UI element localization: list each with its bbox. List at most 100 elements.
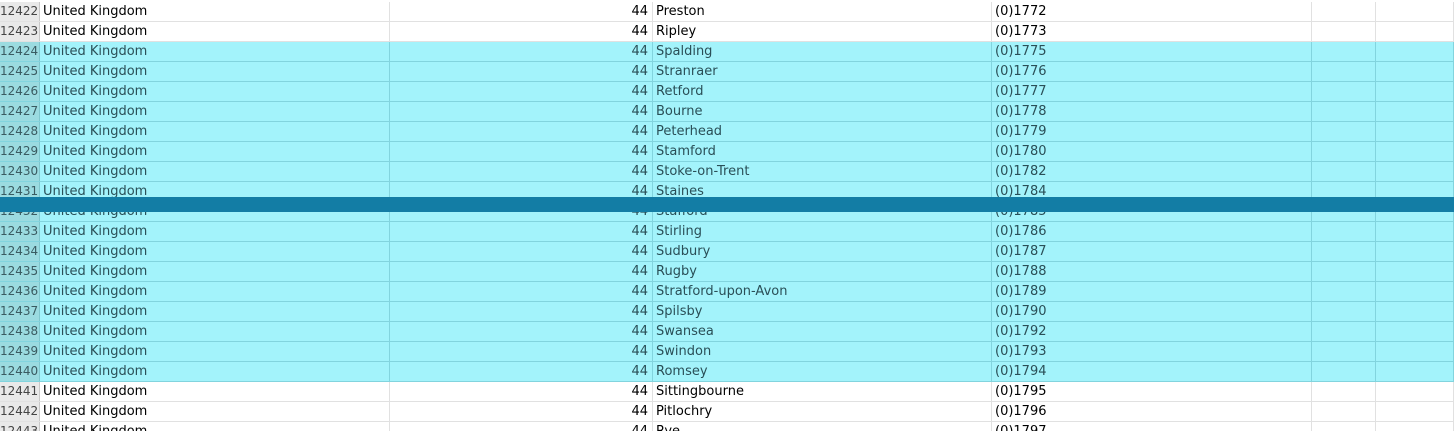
empty-cell[interactable] [1376,82,1454,101]
country-cell[interactable]: United Kingdom [40,342,390,361]
country-cell[interactable]: United Kingdom [40,102,390,121]
country-code-cell[interactable]: 44 [390,382,653,401]
empty-cell[interactable] [1312,62,1376,81]
row-header[interactable]: 12442 [0,402,40,421]
table-row[interactable]: 12442 United Kingdom 44 Pitlochry (0)179… [0,402,1454,422]
country-cell[interactable]: United Kingdom [40,222,390,241]
area-code-cell[interactable]: (0)1786 [992,222,1312,241]
empty-cell[interactable] [1376,22,1454,41]
country-cell[interactable]: United Kingdom [40,2,390,21]
empty-cell[interactable] [1376,62,1454,81]
country-code-cell[interactable]: 44 [390,42,653,61]
empty-cell[interactable] [1312,22,1376,41]
empty-cell[interactable] [1312,422,1376,431]
empty-cell[interactable] [1376,402,1454,421]
area-code-cell[interactable]: (0)1787 [992,242,1312,261]
city-cell[interactable]: Pitlochry [653,402,992,421]
row-header[interactable]: 12437 [0,302,40,321]
country-code-cell[interactable]: 44 [390,22,653,41]
table-row[interactable]: 12424 United Kingdom 44 Spalding (0)1775 [0,42,1454,62]
country-cell[interactable]: United Kingdom [40,382,390,401]
area-code-cell[interactable]: (0)1773 [992,22,1312,41]
city-cell[interactable]: Bourne [653,102,992,121]
empty-cell[interactable] [1376,162,1454,181]
table-row[interactable]: 12425 United Kingdom 44 Stranraer (0)177… [0,62,1454,82]
row-header[interactable]: 12438 [0,322,40,341]
row-header[interactable]: 12426 [0,82,40,101]
city-cell[interactable]: Stirling [653,222,992,241]
area-code-cell[interactable]: (0)1788 [992,262,1312,281]
country-code-cell[interactable]: 44 [390,262,653,281]
area-code-cell[interactable]: (0)1780 [992,142,1312,161]
area-code-cell[interactable]: (0)1775 [992,42,1312,61]
area-code-cell[interactable]: (0)1794 [992,362,1312,381]
empty-cell[interactable] [1376,322,1454,341]
table-row[interactable]: 12436 United Kingdom 44 Stratford-upon-A… [0,282,1454,302]
city-cell[interactable]: Rugby [653,262,992,281]
city-cell[interactable]: Peterhead [653,122,992,141]
area-code-cell[interactable]: (0)1779 [992,122,1312,141]
empty-cell[interactable] [1376,102,1454,121]
country-cell[interactable]: United Kingdom [40,162,390,181]
country-code-cell[interactable]: 44 [390,82,653,101]
empty-cell[interactable] [1312,2,1376,21]
country-cell[interactable]: United Kingdom [40,122,390,141]
city-cell[interactable]: Ripley [653,22,992,41]
table-row[interactable]: 12439 United Kingdom 44 Swindon (0)1793 [0,342,1454,362]
city-cell[interactable]: Stranraer [653,62,992,81]
area-code-cell[interactable]: (0)1777 [992,82,1312,101]
row-header[interactable]: 12425 [0,62,40,81]
area-code-cell[interactable]: (0)1772 [992,2,1312,21]
table-row[interactable]: 12429 United Kingdom 44 Stamford (0)1780 [0,142,1454,162]
empty-cell[interactable] [1376,302,1454,321]
country-code-cell[interactable]: 44 [390,402,653,421]
empty-cell[interactable] [1312,122,1376,141]
table-row[interactable]: 12437 United Kingdom 44 Spilsby (0)1790 [0,302,1454,322]
area-code-cell[interactable]: (0)1789 [992,282,1312,301]
area-code-cell[interactable]: (0)1793 [992,342,1312,361]
city-cell[interactable]: Spalding [653,42,992,61]
empty-cell[interactable] [1312,162,1376,181]
country-cell[interactable]: United Kingdom [40,262,390,281]
row-header[interactable]: 12427 [0,102,40,121]
city-cell[interactable]: Swansea [653,322,992,341]
empty-cell[interactable] [1376,2,1454,21]
empty-cell[interactable] [1312,222,1376,241]
area-code-cell[interactable]: (0)1796 [992,402,1312,421]
row-header[interactable]: 12423 [0,22,40,41]
country-cell[interactable]: United Kingdom [40,242,390,261]
country-code-cell[interactable]: 44 [390,362,653,381]
row-header[interactable]: 12443 [0,422,40,431]
country-code-cell[interactable]: 44 [390,2,653,21]
country-code-cell[interactable]: 44 [390,162,653,181]
row-header[interactable]: 12440 [0,362,40,381]
empty-cell[interactable] [1312,302,1376,321]
country-code-cell[interactable]: 44 [390,62,653,81]
row-header[interactable]: 12441 [0,382,40,401]
empty-cell[interactable] [1376,282,1454,301]
empty-cell[interactable] [1312,242,1376,261]
table-row[interactable]: 12426 United Kingdom 44 Retford (0)1777 [0,82,1454,102]
table-row[interactable]: 12428 United Kingdom 44 Peterhead (0)177… [0,122,1454,142]
empty-cell[interactable] [1376,422,1454,431]
city-cell[interactable]: Rye [653,422,992,431]
city-cell[interactable]: Sittingbourne [653,382,992,401]
empty-cell[interactable] [1312,102,1376,121]
empty-cell[interactable] [1376,222,1454,241]
city-cell[interactable]: Sudbury [653,242,992,261]
country-cell[interactable]: United Kingdom [40,142,390,161]
table-row[interactable]: 12434 United Kingdom 44 Sudbury (0)1787 [0,242,1454,262]
country-cell[interactable]: United Kingdom [40,62,390,81]
table-row[interactable]: 12423 United Kingdom 44 Ripley (0)1773 [0,22,1454,42]
area-code-cell[interactable]: (0)1797 [992,422,1312,431]
city-cell[interactable]: Stamford [653,142,992,161]
city-cell[interactable]: Retford [653,82,992,101]
table-row[interactable]: 12430 United Kingdom 44 Stoke-on-Trent (… [0,162,1454,182]
empty-cell[interactable] [1376,242,1454,261]
row-header[interactable]: 12429 [0,142,40,161]
country-code-cell[interactable]: 44 [390,122,653,141]
row-header[interactable]: 12433 [0,222,40,241]
country-cell[interactable]: United Kingdom [40,282,390,301]
city-cell[interactable]: Preston [653,2,992,21]
empty-cell[interactable] [1312,262,1376,281]
